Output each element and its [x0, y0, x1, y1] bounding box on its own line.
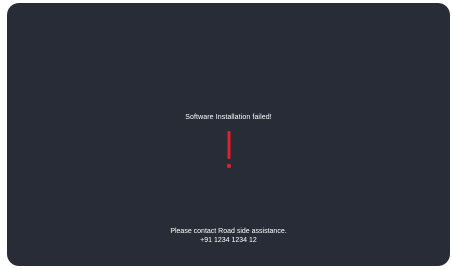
support-contact: Please contact Road side assistance. +91… [7, 228, 450, 245]
support-message: Please contact Road side assistance. [170, 228, 287, 235]
exclamation-icon [226, 131, 231, 169]
support-phone-number: +91 1234 1234 12 [200, 236, 257, 244]
install-failed-screen: Software Installation failed! Please con… [7, 3, 450, 266]
error-title: Software Installation failed! [185, 114, 272, 121]
